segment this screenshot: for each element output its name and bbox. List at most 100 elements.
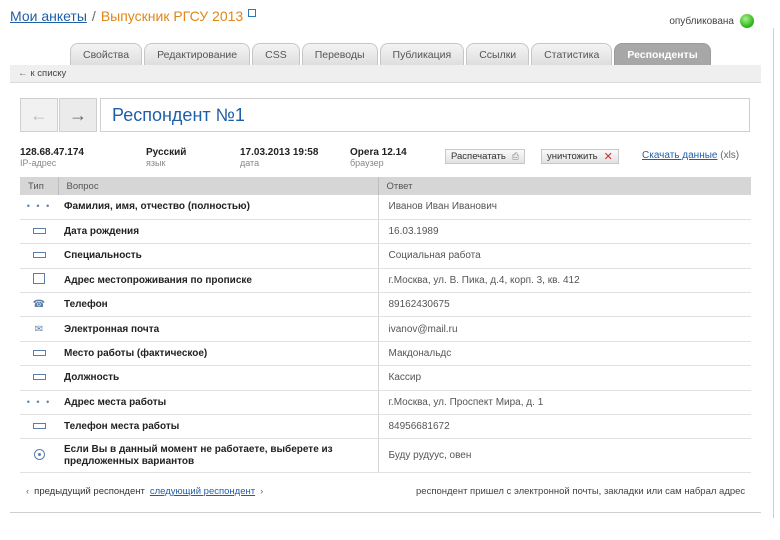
answer-cell: Иванов Иван Иванович (377, 195, 751, 220)
answer-cell: ivanov@mail.ru (377, 316, 751, 342)
text-input-icon (32, 350, 46, 357)
answer-cell: Буду рудуус, овен (377, 438, 751, 474)
answer-cell: г.Москва, ул. В. Пика, д.4, корп. 3, кв.… (377, 268, 751, 294)
question-cell: Телефон места работы (58, 414, 378, 440)
breadcrumb-current-survey: Выпускник РГСУ 2013 (100, 8, 244, 24)
download-data-link[interactable]: Скачать данные (642, 150, 717, 161)
column-header-answer: Ответ (377, 177, 751, 195)
meta-ip-label: IP-адрес (20, 158, 57, 168)
status-indicator-icon[interactable] (740, 14, 754, 28)
tab-respondents[interactable]: Респонденты (614, 43, 711, 65)
question-cell: Место работы (фактическое) (58, 341, 378, 367)
email-icon: ✉ (34, 323, 44, 335)
meta-language-label: язык (146, 158, 166, 168)
tab-editing[interactable]: Редактирование (144, 43, 251, 65)
prev-respondent-link[interactable]: предыдущий респондент (34, 486, 145, 497)
delete-button[interactable]: уничтожить ✕ (541, 149, 619, 164)
arrow-left-icon: ← (18, 68, 28, 79)
breadcrumb-separator: / (91, 8, 96, 24)
next-respondent-link[interactable]: следующий респондент (150, 486, 255, 497)
question-cell: Адрес места работы (58, 390, 378, 416)
answer-cell: Кассир (377, 365, 751, 391)
chevron-right-icon: › (260, 486, 264, 497)
tab-publication[interactable]: Публикация (379, 43, 465, 65)
print-button-label: Распечатать (451, 151, 506, 162)
text-input-icon (32, 423, 46, 430)
breadcrumb-my-surveys-link[interactable]: Мои анкеты (10, 8, 87, 24)
tab-links[interactable]: Ссылки (466, 43, 530, 65)
column-header-question: Вопрос (57, 177, 378, 195)
table-row: ✉ Электронная почта ivanov@mail.ru (20, 316, 751, 342)
question-cell: Должность (58, 365, 378, 391)
table-row: Телефон места работы 84956681672 (20, 414, 751, 440)
back-to-list-link[interactable]: к списку (31, 68, 67, 79)
radio-icon (33, 448, 45, 460)
close-icon: ✕ (603, 151, 613, 163)
arrow-right-icon: → (69, 104, 87, 125)
question-cell: Электронная почта (58, 316, 378, 342)
text-input-icon (32, 374, 46, 381)
meta-date-value: 17.03.2013 19:58 (240, 147, 319, 158)
question-cell: Дата рождения (58, 219, 378, 245)
table-row: Специальность Социальная работа (20, 243, 751, 269)
phone-icon: ☎ (32, 299, 46, 311)
tab-statistics[interactable]: Статистика (531, 43, 613, 65)
meta-date: 17.03.2013 19:58 дата (240, 147, 318, 169)
table-row: Место работы (фактическое) Макдональдс (20, 341, 751, 367)
table-row: Если Вы в данный момент не работаете, вы… (20, 438, 751, 474)
meta-browser: Opera 12.14 браузер (350, 147, 407, 169)
meta-language-value: Русский (146, 147, 187, 158)
meta-date-label: дата (240, 158, 260, 168)
table-row: • • • Адрес места работы г.Москва, ул. П… (20, 390, 751, 416)
meta-language: Русский язык (146, 147, 186, 169)
tab-translations[interactable]: Переводы (301, 43, 378, 65)
tab-bar: Свойства Редактирование CSS Переводы Пуб… (70, 43, 713, 65)
table-row: Адрес местопроживания по прописке г.Моск… (20, 268, 751, 294)
edit-title-icon[interactable] (248, 9, 257, 17)
panel-right-border (773, 28, 774, 518)
answer-cell: г.Москва, ул. Проспект Мира, д. 1 (377, 390, 751, 416)
answer-cell: Социальная работа (377, 243, 751, 269)
answers-table: Тип Вопрос Ответ • • • Фамилия, имя, отч… (20, 177, 751, 474)
panel-bottom-border (10, 512, 761, 513)
printer-icon: ⎙ (511, 151, 520, 161)
tab-css[interactable]: CSS (252, 43, 300, 65)
textarea-icon (33, 273, 45, 285)
answer-cell: 89162430675 (377, 292, 751, 318)
text-input-icon (32, 228, 46, 235)
publication-status: опубликована (669, 14, 754, 28)
table-row: • • • Фамилия, имя, отчество (полностью)… (20, 195, 751, 220)
question-cell: Если Вы в данный момент не работаете, вы… (58, 438, 378, 474)
delete-button-label: уничтожить (547, 151, 598, 162)
answer-cell: 84956681672 (377, 414, 751, 440)
respondent-pager: ‹ предыдущий респондент следующий респон… (26, 486, 263, 497)
next-respondent-button[interactable]: → (59, 98, 97, 132)
table-row: Должность Кассир (20, 365, 751, 391)
text-input-icon (32, 252, 46, 259)
respondent-source-note: респондент пришел с электронной почты, з… (416, 486, 746, 497)
breadcrumb: Мои анкеты / Выпускник РГСУ 2013 (10, 8, 257, 24)
meta-ip-value: 128.68.47.174 (20, 147, 84, 158)
download-data: Скачать данные (xls) (642, 150, 739, 161)
meta-browser-label: браузер (350, 158, 384, 168)
multi-field-icon: • • • (26, 201, 52, 212)
arrow-left-icon: ← (30, 104, 48, 125)
question-cell: Фамилия, имя, отчество (полностью) (58, 195, 378, 220)
chevron-left-icon: ‹ (26, 486, 30, 497)
table-row: ☎ Телефон 89162430675 (20, 292, 751, 318)
answer-cell: 16.03.1989 (377, 219, 751, 245)
print-button[interactable]: Распечатать ⎙ (445, 149, 526, 164)
publication-status-label: опубликована (669, 15, 734, 27)
question-cell: Специальность (58, 243, 378, 269)
respondent-title: Респондент №1 (100, 98, 750, 132)
question-cell: Адрес местопроживания по прописке (58, 268, 378, 294)
prev-respondent-button[interactable]: ← (20, 98, 58, 132)
table-header-row: Тип Вопрос Ответ (20, 177, 751, 195)
table-row: Дата рождения 16.03.1989 (20, 219, 751, 245)
tab-properties[interactable]: Свойства (70, 43, 143, 65)
meta-browser-value: Opera 12.14 (350, 147, 407, 158)
multi-field-icon: • • • (26, 396, 52, 407)
download-format: (xls) (720, 150, 740, 161)
answer-cell: Макдональдс (377, 341, 751, 367)
question-cell: Телефон (58, 292, 378, 318)
